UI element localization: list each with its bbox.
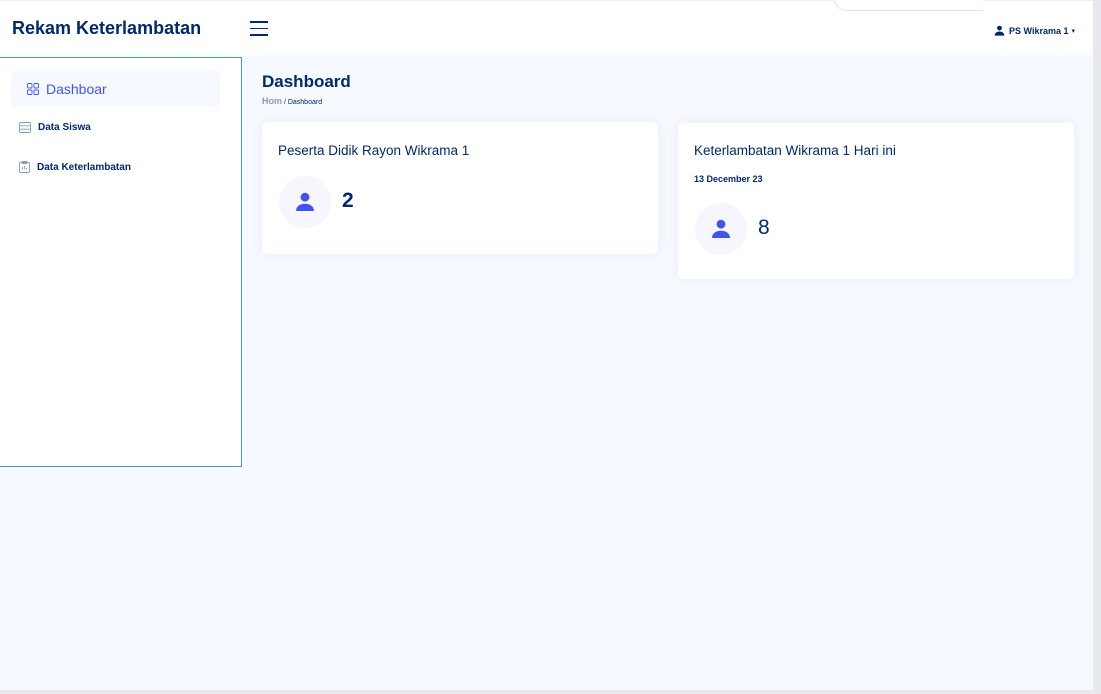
profile-name: PS Wikrama 1 bbox=[1009, 25, 1069, 36]
user-icon bbox=[994, 25, 1005, 36]
card-date: 13 December 23 bbox=[694, 174, 763, 184]
lateness-card: Keterlambatan Wikrama 1 Hari ini 13 Dece… bbox=[678, 123, 1074, 279]
person-icon bbox=[712, 219, 730, 238]
menu-icon bbox=[250, 21, 268, 23]
sidebar-toggle-button[interactable] bbox=[250, 21, 268, 37]
profile-dropdown[interactable]: PS Wikrama 1 ▾ bbox=[994, 25, 1075, 36]
top-header: Rekam Keterlambatan PS Wikrama 1 ▾ bbox=[0, 0, 1093, 55]
clipboard-icon bbox=[19, 161, 30, 173]
scrollbar[interactable] bbox=[1093, 0, 1101, 694]
sidebar-item-label: Dashboar bbox=[46, 81, 107, 97]
person-icon bbox=[296, 192, 314, 211]
students-count: 2 bbox=[342, 189, 354, 212]
page-title: Dashboard bbox=[262, 72, 351, 91]
sidebar-item-data-keterlambatan[interactable]: Data Keterlambatan bbox=[11, 161, 131, 173]
card-icon-circle bbox=[279, 176, 331, 228]
grid-icon bbox=[27, 83, 39, 95]
brand-logo[interactable]: Rekam Keterlambatan bbox=[12, 18, 201, 39]
students-card: Peserta Didik Rayon Wikrama 1 2 bbox=[262, 122, 658, 254]
sidebar-item-data-siswa[interactable]: Data Siswa bbox=[11, 122, 91, 133]
header-decoration bbox=[833, 0, 983, 11]
card-title: Peserta Didik Rayon Wikrama 1 bbox=[278, 143, 470, 158]
sidebar-item-dashboard[interactable]: Dashboar bbox=[11, 71, 220, 107]
sidebar-item-label: Data Siswa bbox=[38, 122, 91, 133]
sidebar-item-label: Data Keterlambatan bbox=[37, 161, 131, 173]
bottom-border bbox=[0, 690, 1101, 694]
lateness-count: 8 bbox=[758, 216, 770, 239]
chevron-down-icon: ▾ bbox=[1071, 27, 1075, 35]
card-icon-circle bbox=[695, 203, 747, 255]
breadcrumb: Hom / Dashboard bbox=[262, 96, 322, 106]
breadcrumb-current: / Dashboard bbox=[283, 99, 323, 106]
breadcrumb-home-link[interactable]: Hom bbox=[262, 96, 282, 106]
card-title: Keterlambatan Wikrama 1 Hari ini bbox=[694, 143, 896, 158]
table-icon bbox=[19, 122, 31, 133]
sidebar: Dashboar Data Siswa Data Keterlambatan bbox=[0, 57, 242, 467]
